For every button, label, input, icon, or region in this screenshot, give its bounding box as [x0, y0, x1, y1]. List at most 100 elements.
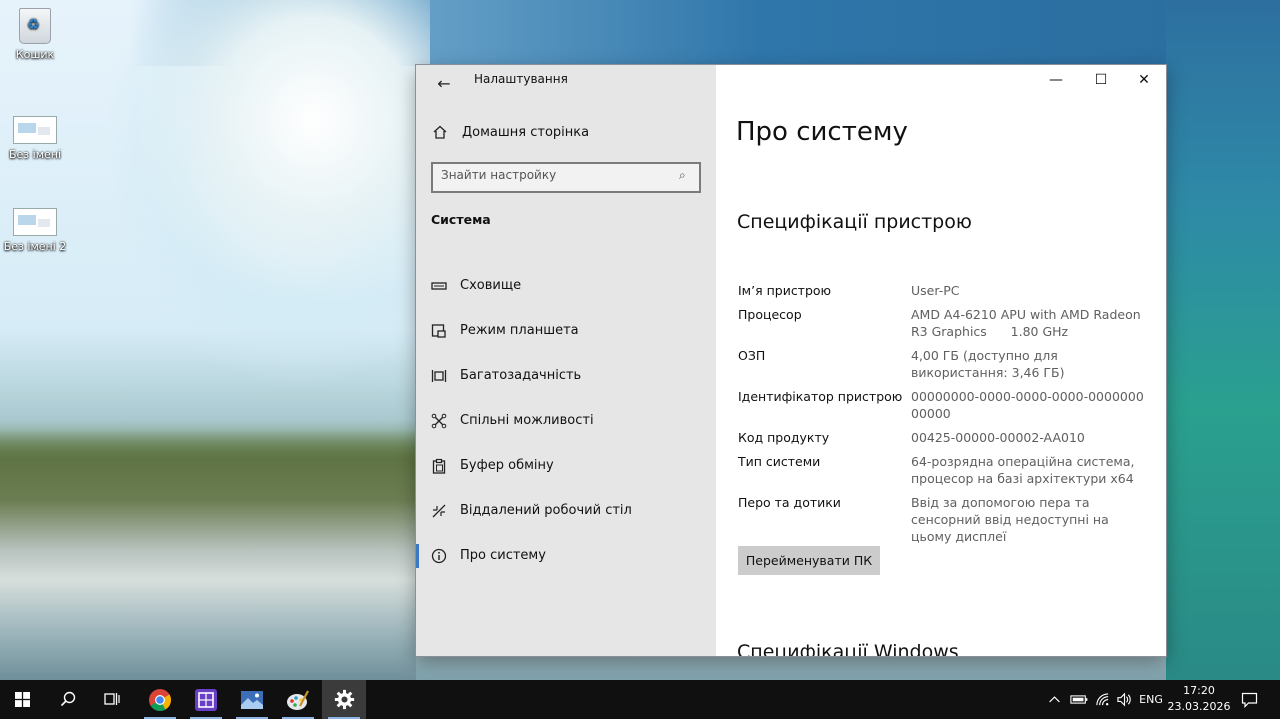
show-hidden-icons-button[interactable]: [1046, 680, 1064, 719]
sidebar-item-multitasking[interactable]: Багатозадачність: [416, 356, 716, 396]
windows-logo-icon: [15, 692, 30, 707]
rename-pc-button[interactable]: Перейменувати ПК: [738, 546, 880, 575]
search-input[interactable]: [441, 168, 661, 182]
sidebar-item-label: Сховище: [460, 278, 522, 293]
device-specs-heading: Специфікації пристрою: [737, 211, 972, 233]
task-view-icon: [104, 693, 120, 705]
desktop-icon-image-1[interactable]: Без імені: [0, 116, 70, 161]
clock-button[interactable]: 17:20 23.03.2026: [1166, 683, 1232, 715]
recycle-bin-icon: [19, 8, 51, 44]
multitasking-icon: [431, 370, 447, 382]
settings-content: — ☐ ✕ Про систему Специфікації пристрою …: [716, 65, 1166, 656]
clipboard-icon: [432, 458, 446, 474]
sidebar-item-clipboard[interactable]: Буфер обміну: [416, 446, 716, 486]
search-button[interactable]: [46, 680, 90, 719]
taskbar-app-chrome[interactable]: [138, 680, 182, 719]
sidebar-item-label: Про систему: [460, 548, 546, 563]
sidebar-item-remote-desktop[interactable]: Віддалений робочий стіл: [416, 491, 716, 531]
image-file-icon: [13, 116, 57, 144]
search-box[interactable]: ⌕: [431, 162, 701, 193]
desktop-icon-label: Кошик: [15, 48, 55, 61]
home-icon: [433, 125, 447, 139]
taskbar-app-purple[interactable]: [184, 680, 228, 719]
spec-value: User-PC: [911, 283, 960, 298]
search-icon: ⌕: [679, 168, 686, 182]
sidebar-item-label: Режим планшета: [460, 323, 579, 338]
close-button[interactable]: ✕: [1122, 65, 1166, 95]
desktop-icon-image-2[interactable]: Без імені 2: [0, 208, 70, 253]
chrome-icon: [149, 689, 171, 711]
task-view-button[interactable]: [90, 680, 134, 719]
desktop-icon-label: Без імені: [8, 148, 62, 161]
speaker-icon: [1117, 692, 1131, 707]
spec-key: ОЗП: [738, 348, 766, 363]
back-button[interactable]: ←: [430, 71, 458, 97]
info-icon: [431, 548, 447, 564]
notifications-icon: [1241, 692, 1258, 708]
spec-key: Код продукту: [738, 430, 830, 445]
spec-key: Процесор: [738, 307, 802, 322]
maximize-button[interactable]: ☐: [1079, 65, 1123, 95]
windows-specs-heading: Специфікації Windows: [737, 641, 959, 656]
paint-icon: [287, 690, 309, 710]
shared-experiences-icon: [431, 413, 447, 429]
spec-value: Ввід за допомогою пера та сенсорний ввід…: [911, 495, 1109, 544]
spec-value: AMD A4-6210 APU with AMD Radeon R3 Graph…: [911, 307, 1145, 339]
wallpaper-wave: [140, 0, 430, 300]
spec-value: 4,00 ГБ (доступно для використання: 3,46…: [911, 348, 1065, 380]
window-title: Налаштування: [474, 72, 568, 86]
tablet-mode-icon: [431, 324, 446, 338]
maximize-icon: ☐: [1094, 72, 1108, 88]
settings-window: ← Налаштування Домашня сторінка ⌕ Систем…: [416, 65, 1166, 656]
wallpaper-ocean: [1166, 0, 1280, 680]
sidebar-item-label: Багатозадачність: [460, 368, 582, 383]
sidebar-item-label: Віддалений робочий стіл: [460, 503, 632, 518]
app-grid-icon: [195, 689, 217, 711]
spec-value: 00000000-0000-0000-0000-000000000000: [911, 389, 1144, 421]
sidebar-item-label: Домашня сторінка: [462, 125, 590, 140]
gear-icon: [334, 689, 355, 710]
minimize-button[interactable]: —: [1034, 65, 1078, 95]
spec-value: 64-розрядна операційна система, процесор…: [911, 454, 1135, 486]
taskbar-app-paint[interactable]: [276, 680, 320, 719]
minimize-icon: —: [1049, 72, 1063, 88]
image-file-icon: [13, 208, 57, 236]
taskbar-app-settings[interactable]: [322, 680, 366, 719]
clock-date: 23.03.2026: [1167, 700, 1231, 713]
network-button[interactable]: [1092, 680, 1114, 719]
spec-key: Ідентифікатор пристрою: [738, 389, 903, 404]
sidebar-item-storage[interactable]: Сховище: [416, 266, 716, 306]
spec-value: 00425-00000-00002-AA010: [911, 430, 1085, 445]
sidebar-item-shared-experiences[interactable]: Спільні можливості: [416, 401, 716, 441]
taskbar: ENG 17:20 23.03.2026: [0, 680, 1280, 719]
sidebar-group-heading: Система: [431, 212, 491, 227]
desktop-icon-recycle-bin[interactable]: Кошик: [0, 8, 70, 61]
spec-key: Ім’я пристрою: [738, 283, 832, 298]
sidebar-item-tablet-mode[interactable]: Режим планшета: [416, 311, 716, 351]
battery-button[interactable]: [1068, 680, 1090, 719]
back-arrow-icon: ←: [437, 74, 451, 93]
action-center-button[interactable]: [1238, 680, 1262, 719]
image-viewer-icon: [241, 691, 263, 709]
wallpaper-shore: [0, 430, 416, 680]
sidebar-item-about[interactable]: Про систему: [416, 536, 716, 576]
spec-key: Тип системи: [738, 454, 821, 469]
close-icon: ✕: [1138, 72, 1150, 88]
settings-sidebar: ← Налаштування Домашня сторінка ⌕ Систем…: [416, 65, 716, 656]
sidebar-item-label: Спільні можливості: [460, 413, 594, 428]
desktop-icon-label: Без імені 2: [3, 240, 67, 253]
start-button[interactable]: [0, 680, 44, 719]
storage-icon: [431, 282, 447, 290]
taskbar-app-photos[interactable]: [230, 680, 274, 719]
battery-icon: [1070, 695, 1088, 704]
taskbar-search-icon: [60, 691, 76, 707]
wifi-icon: [1096, 693, 1109, 706]
clock-time: 17:20: [1183, 684, 1215, 697]
sidebar-item-home[interactable]: Домашня сторінка: [416, 115, 716, 151]
input-language-button[interactable]: ENG: [1138, 680, 1164, 719]
remote-desktop-icon: [432, 504, 446, 518]
spec-key: Перо та дотики: [738, 495, 841, 510]
page-title: Про систему: [736, 117, 908, 147]
volume-button[interactable]: [1114, 680, 1136, 719]
sidebar-item-label: Буфер обміну: [460, 458, 554, 473]
